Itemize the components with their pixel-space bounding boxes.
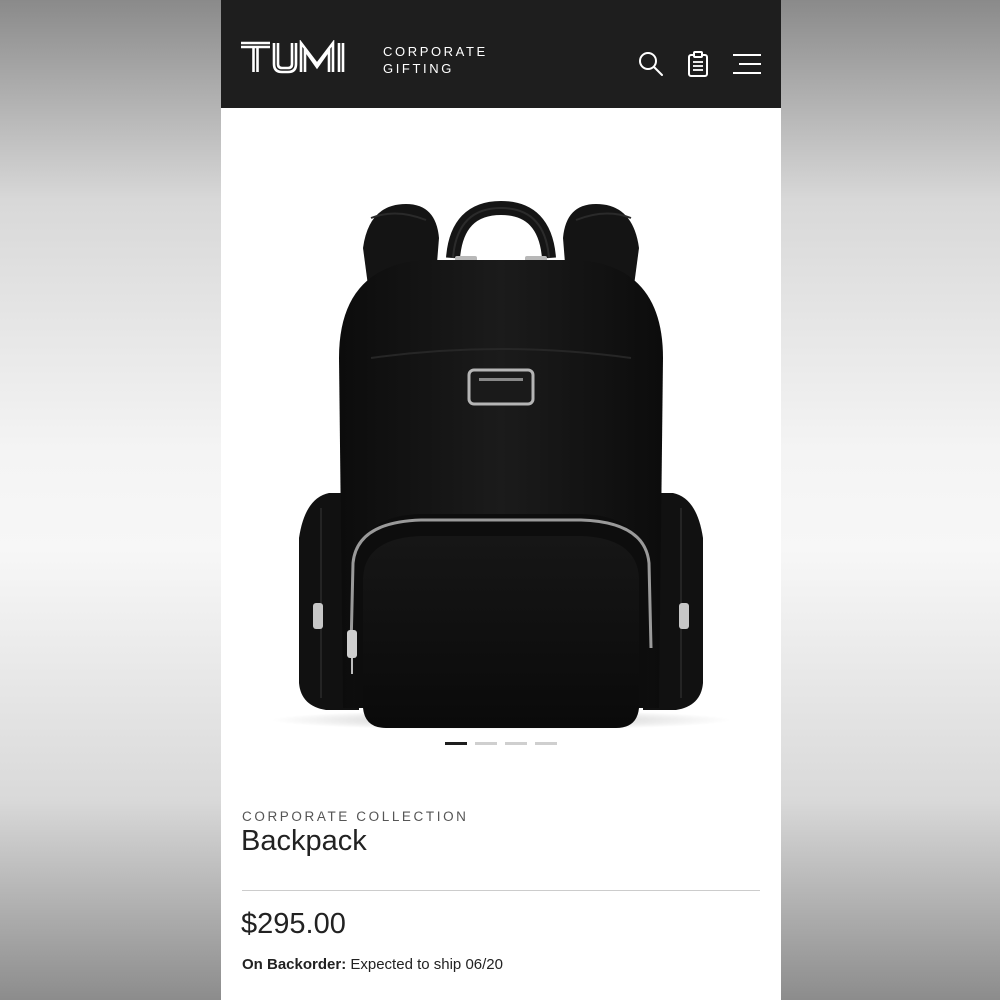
status-text: Expected to ship 06/20 bbox=[346, 956, 503, 973]
divider bbox=[242, 890, 760, 891]
carousel-dot-2[interactable] bbox=[475, 742, 497, 745]
carousel-dot-3[interactable] bbox=[505, 742, 527, 745]
shipping-status: On Backorder: Expected to ship 06/20 bbox=[242, 956, 503, 973]
carousel-dot-4[interactable] bbox=[535, 742, 557, 745]
collection-label: CORPORATE COLLECTION bbox=[242, 809, 469, 824]
tumi-logo[interactable] bbox=[240, 39, 364, 79]
product-name: Backpack bbox=[241, 825, 367, 857]
carousel-dots bbox=[445, 742, 557, 745]
logo-subtitle-line1: CORPORATE bbox=[383, 44, 488, 59]
product-price: $295.00 bbox=[241, 908, 346, 940]
logo-subtitle-line2: GIFTING bbox=[383, 61, 454, 76]
status-label: On Backorder: bbox=[242, 956, 347, 973]
product-image-carousel[interactable] bbox=[221, 108, 781, 733]
top-bar: CORPORATE GIFTING bbox=[221, 0, 781, 108]
clipboard-icon[interactable] bbox=[684, 50, 712, 78]
logo-subtitle: CORPORATE GIFTING bbox=[383, 43, 488, 77]
phone-screen: CORPORATE GIFTING CORPORATE COLLECTION B… bbox=[221, 0, 781, 1000]
carousel-dot-1[interactable] bbox=[445, 742, 467, 745]
backpack-image bbox=[271, 200, 731, 730]
search-icon[interactable] bbox=[637, 50, 665, 78]
menu-icon[interactable] bbox=[732, 50, 762, 78]
